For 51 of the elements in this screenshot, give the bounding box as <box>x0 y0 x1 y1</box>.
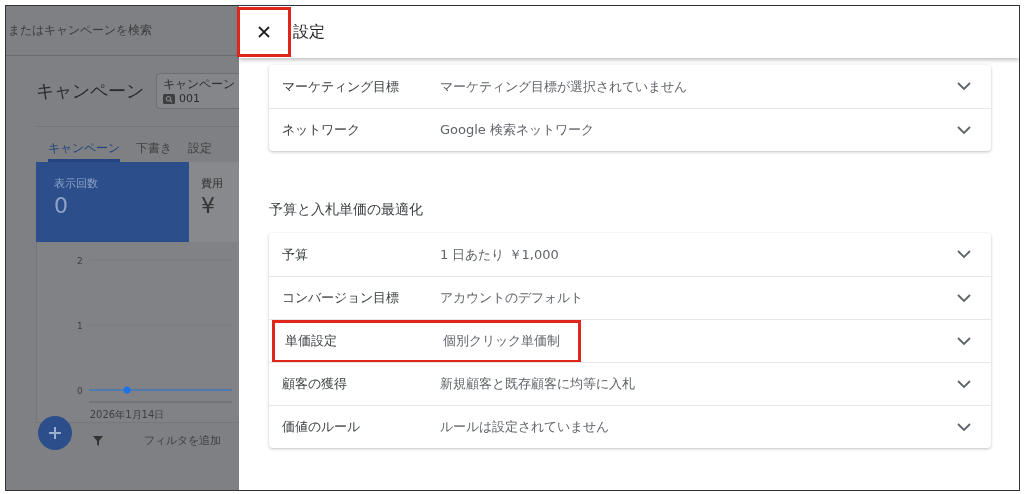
setting-value: アカウントのデフォルト <box>440 289 583 307</box>
setting-value: マーケティング目標が選択されていません <box>440 77 687 96</box>
setting-label: コンバージョン目標 <box>282 289 400 307</box>
setting-value: 1 日あたり ￥1,000 <box>440 245 559 264</box>
setting-value: ルールは設定されていません <box>440 418 609 436</box>
search-field[interactable]: またはキャンペーンを検索 <box>6 6 239 56</box>
tab[interactable]: 設定 <box>188 127 212 162</box>
tab[interactable]: 下書き <box>136 127 172 162</box>
metric-label: 表示回数 <box>54 176 99 191</box>
metric-card[interactable]: 費用 ¥ <box>189 162 239 242</box>
y-tick-label: 0 <box>77 386 83 396</box>
chevron-down-icon[interactable] <box>957 250 971 259</box>
close-button[interactable] <box>237 7 291 57</box>
y-tick-label: 2 <box>77 256 83 266</box>
close-icon <box>258 26 270 38</box>
chevron-down-icon[interactable] <box>957 125 971 135</box>
chevron-down-icon[interactable] <box>957 336 971 346</box>
chevron-down-icon[interactable] <box>957 293 971 303</box>
campaign-id: 001 <box>179 92 200 105</box>
metric-value: 0 <box>54 193 69 218</box>
setting-row[interactable]: 予算 1 日あたり ￥1,000 <box>269 233 991 276</box>
data-point <box>123 386 131 394</box>
chevron-down-icon[interactable] <box>957 379 971 389</box>
setting-row[interactable]: 価値のルール ルールは設定されていません <box>269 405 991 448</box>
section-heading: 予算と入札単価の最適化 <box>269 201 424 219</box>
metric-label: 費用 <box>201 176 224 191</box>
setting-row[interactable]: 顧客の獲得 新規顧客と既存顧客に均等に入札 <box>269 362 991 405</box>
search-icon <box>163 93 175 104</box>
setting-value: 新規顧客と既存顧客に均等に入札 <box>440 375 635 393</box>
campaign-selector[interactable]: キャンペーン 001 <box>156 73 239 109</box>
setting-label: マーケティング目標 <box>282 77 400 96</box>
chevron-down-icon[interactable] <box>957 82 971 91</box>
setting-label: 予算 <box>282 245 309 264</box>
setting-value: 個別クリック単価制 <box>443 332 560 350</box>
metric-card[interactable]: 表示回数 0 <box>36 162 189 242</box>
setting-label: 顧客の獲得 <box>282 375 348 393</box>
setting-value: Google 検索ネットワーク <box>440 121 594 139</box>
dialog-title: 設定 <box>293 21 325 43</box>
setting-row[interactable]: 単価設定 個別クリック単価制 <box>269 319 991 362</box>
filter-icon <box>92 434 104 447</box>
setting-row[interactable]: マーケティング目標 マーケティング目標が選択されていません <box>269 65 991 108</box>
metric-value: ¥ <box>201 193 216 218</box>
chevron-down-icon[interactable] <box>957 422 971 432</box>
y-tick-label: 1 <box>77 321 83 331</box>
setting-row[interactable]: ネットワーク Google 検索ネットワーク <box>269 108 991 151</box>
setting-label: 価値のルール <box>282 418 361 436</box>
page-title: キャンペーン <box>36 79 144 103</box>
setting-label: 単価設定 <box>285 332 338 350</box>
setting-label: ネットワーク <box>282 121 361 139</box>
plus-icon <box>48 426 62 440</box>
setting-row[interactable]: コンバージョン目標 アカウントのデフォルト <box>269 276 991 319</box>
